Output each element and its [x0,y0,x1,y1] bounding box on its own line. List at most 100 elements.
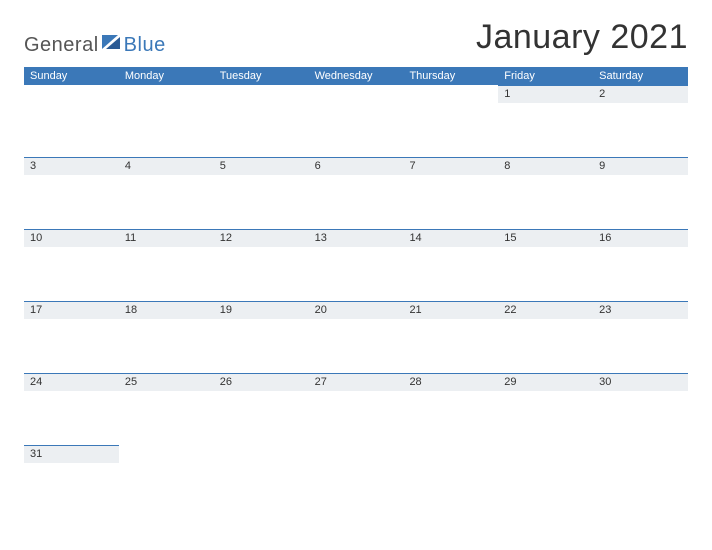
logo-mark-icon [102,35,122,56]
day-number: 14 [409,232,423,244]
day-body [593,103,688,157]
day-number: 13 [315,232,329,244]
day-cell: 19 [214,301,309,373]
day-number: 18 [125,304,139,316]
day-body [403,391,498,445]
day-number: 6 [315,160,323,172]
day-body [498,247,593,301]
day-cell: 12 [214,229,309,301]
day-cell: 29 [498,373,593,445]
day-cell [498,445,593,517]
day-cell: 1 [498,85,593,157]
day-cell: 8 [498,157,593,229]
day-cell: 13 [309,229,404,301]
week-row: 24 25 26 27 28 29 30 [24,373,688,445]
day-number: 31 [30,448,44,460]
day-header-sun: Sunday [24,67,119,85]
day-body [24,175,119,229]
day-cell: 9 [593,157,688,229]
day-number: 5 [220,160,228,172]
day-cell [309,445,404,517]
day-number: 24 [30,376,44,388]
day-cell: 15 [498,229,593,301]
day-body [498,391,593,445]
day-body [24,319,119,373]
day-cell: 20 [309,301,404,373]
day-number: 10 [30,232,44,244]
day-cell: 30 [593,373,688,445]
day-cell: 23 [593,301,688,373]
day-body [498,103,593,157]
day-cell: 22 [498,301,593,373]
day-cell: 28 [403,373,498,445]
day-cell: 31 [24,445,119,517]
day-body [214,175,309,229]
day-cell: 3 [24,157,119,229]
day-header-sat: Saturday [593,67,688,85]
header: General Blue January 2021 [24,18,688,57]
day-header-wed: Wednesday [309,67,404,85]
day-body [403,319,498,373]
day-body [309,391,404,445]
day-number: 28 [409,376,423,388]
day-number: 12 [220,232,234,244]
day-body [214,247,309,301]
day-number: 9 [599,160,607,172]
day-header-tue: Tuesday [214,67,309,85]
day-cell [24,85,119,157]
day-body [593,319,688,373]
day-cell: 27 [309,373,404,445]
day-header-fri: Friday [498,67,593,85]
day-body [119,319,214,373]
day-cell: 24 [24,373,119,445]
day-body [119,247,214,301]
day-number: 15 [504,232,518,244]
week-row: 17 18 19 20 21 22 23 [24,301,688,373]
day-cell: 26 [214,373,309,445]
day-cell: 7 [403,157,498,229]
week-row: 10 11 12 13 14 15 16 [24,229,688,301]
day-cell [214,445,309,517]
day-cell: 25 [119,373,214,445]
day-header-thu: Thursday [403,67,498,85]
day-number: 22 [504,304,518,316]
day-header-mon: Monday [119,67,214,85]
day-cell [593,445,688,517]
day-cell: 11 [119,229,214,301]
day-number: 17 [30,304,44,316]
day-number: 3 [30,160,38,172]
day-number: 1 [504,88,512,100]
day-body [119,175,214,229]
day-body [498,175,593,229]
day-cell: 2 [593,85,688,157]
day-number: 19 [220,304,234,316]
week-row: 12 [24,85,688,157]
day-number: 29 [504,376,518,388]
day-number: 20 [315,304,329,316]
day-body [403,247,498,301]
day-cell: 18 [119,301,214,373]
day-number: 16 [599,232,613,244]
day-number: 27 [315,376,329,388]
day-number: 30 [599,376,613,388]
day-body [309,319,404,373]
day-cell: 17 [24,301,119,373]
day-cell [214,85,309,157]
day-cell [403,85,498,157]
day-number: 26 [220,376,234,388]
week-row: 3456789 [24,157,688,229]
day-body [24,463,119,517]
day-number: 7 [409,160,417,172]
day-number: 8 [504,160,512,172]
logo: General Blue [24,26,166,57]
weeks-container: 1234567891011121314151617181920212223242… [24,85,688,517]
day-body [214,391,309,445]
day-header-row: Sunday Monday Tuesday Wednesday Thursday… [24,67,688,85]
day-body [593,391,688,445]
day-number: 2 [599,88,607,100]
day-cell: 16 [593,229,688,301]
day-cell [119,85,214,157]
week-row: 31 [24,445,688,517]
day-number: 21 [409,304,423,316]
day-body [309,247,404,301]
